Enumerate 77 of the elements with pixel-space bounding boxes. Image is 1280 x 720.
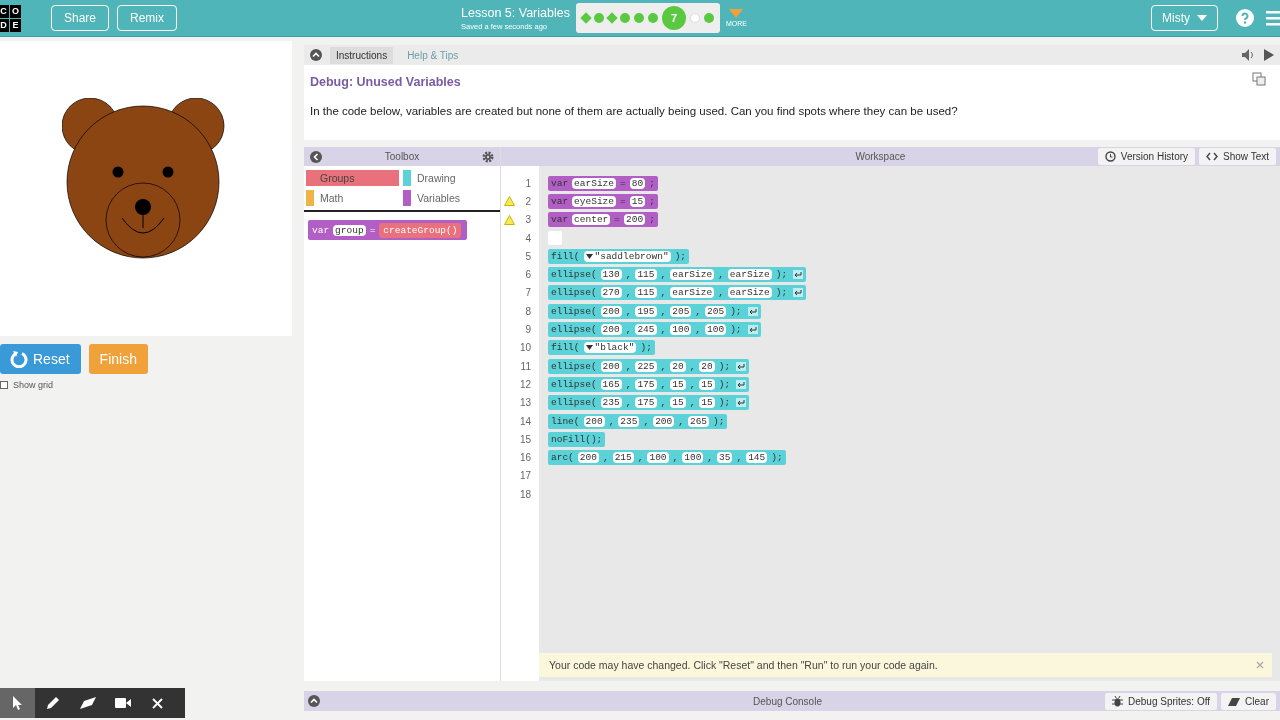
line-number: 5 [524,250,531,262]
tool-pointer-icon[interactable] [0,688,35,718]
notice-text: Your code may have changed. Click "Reset" and then "Run" to run your code again. [549,659,938,671]
translate-icon[interactable] [1252,72,1266,86]
code-block[interactable]: fill( "black" ); [548,340,655,356]
code-block[interactable]: ellipse( 165 , 175 , 15 , 15 ); [548,376,750,392]
code-icon [1206,152,1219,161]
line-number: 9 [524,324,531,335]
code-block[interactable]: ellipse( 200 , 225 , 20 , 20 ); [548,358,750,374]
return-icon[interactable] [793,288,804,298]
collapse-icon[interactable] [310,150,322,163]
dropdown-caret-icon[interactable] [585,345,593,351]
line-number: 8 [524,305,531,317]
debug-console-title: Debug Console [752,695,823,707]
line-number: 18 [518,488,531,500]
instructions-tab[interactable]: Instructions [330,46,394,64]
level-dot[interactable] [593,13,604,23]
line-number: 14 [518,415,531,427]
instructions-text: In the code below, variables are created but none of them are actually being used. Can you find spots where they can be used? [310,105,959,117]
version-history-button[interactable]: Version History [1097,148,1196,165]
level-dot[interactable] [647,13,658,23]
caret-icon [729,9,744,18]
clear-button[interactable]: Clear [1221,692,1276,710]
level-dot[interactable] [633,13,644,23]
level-dot[interactable] [689,13,700,23]
show-grid-checkbox[interactable]: Show grid [0,380,300,390]
debug-sprites-button[interactable]: Debug Sprites: Off [1105,692,1218,710]
collapse-icon[interactable] [310,49,322,61]
speaker-icon[interactable] [1242,49,1256,61]
workspace-title: Workspace [854,151,907,162]
settings-icon[interactable] [482,150,494,163]
toolbox-title: Toolbox [383,151,421,162]
return-icon[interactable] [747,306,758,316]
level-dot[interactable] [703,13,714,23]
return-icon[interactable] [736,361,747,371]
caret-icon [1197,15,1207,21]
show-text-button[interactable]: Show Text [1199,148,1276,165]
code-block[interactable]: ellipse( 270 , 115 , earSize , earSize ); [548,285,807,301]
code-block[interactable]: line( 200 , 235 , 200 , 265 ); [548,413,728,429]
instructions-title: Debug: Unused Variables [310,75,461,89]
lesson-title: Lesson 5: Variables [461,5,570,20]
bug-icon [1112,695,1123,707]
line-number: 17 [518,470,531,482]
return-icon[interactable] [736,379,747,389]
clock-icon [1104,151,1116,162]
line-number: 15 [518,433,531,445]
line-number: 12 [518,378,531,390]
code-block[interactable]: ellipse( 130 , 115 , earSize , earSize ); [548,267,807,283]
line-number: 6 [524,269,531,281]
code-block[interactable]: ellipse( 235 , 175 , 15 , 15 ); [548,395,750,411]
line-number: 4 [524,232,531,244]
line-number: 11 [519,360,531,372]
line-number: 1 [524,177,531,189]
line-number: 7 [524,287,531,299]
return-icon[interactable] [736,398,747,408]
line-number: 3 [524,214,531,226]
code-block[interactable]: var eyeSize = 15 ; [548,193,658,209]
line-number: 16 [518,452,531,464]
play-icon[interactable] [1264,49,1274,61]
eraser-icon [1228,696,1241,706]
code-block[interactable]: ellipse( 200 , 195 , 205 , 205 ); [548,303,761,319]
code-block[interactable]: var group = createGroup() [308,220,468,240]
line-number: 10 [518,342,531,354]
dropdown-caret-icon[interactable] [585,253,593,259]
code-block[interactable]: ellipse( 200 , 245 , 100 , 100 ); [548,322,761,337]
code-block[interactable]: var center = 200 ; [548,212,658,228]
level-dot[interactable] [619,13,630,23]
line-number: 13 [518,397,531,409]
line-number: 2 [524,195,531,207]
code-block[interactable]: fill( "saddlebrown" ); [548,248,690,264]
return-icon[interactable] [793,270,804,280]
code-block[interactable]: noFill(); [548,431,606,447]
code-block[interactable]: var earSize = 80 ; [548,175,658,191]
return-icon[interactable] [747,325,758,334]
expand-icon[interactable] [308,695,320,707]
reset-icon [10,350,28,368]
code-block[interactable]: arc( 200 , 215 , 100 , 100 , 35 , 145 ); [548,450,786,466]
